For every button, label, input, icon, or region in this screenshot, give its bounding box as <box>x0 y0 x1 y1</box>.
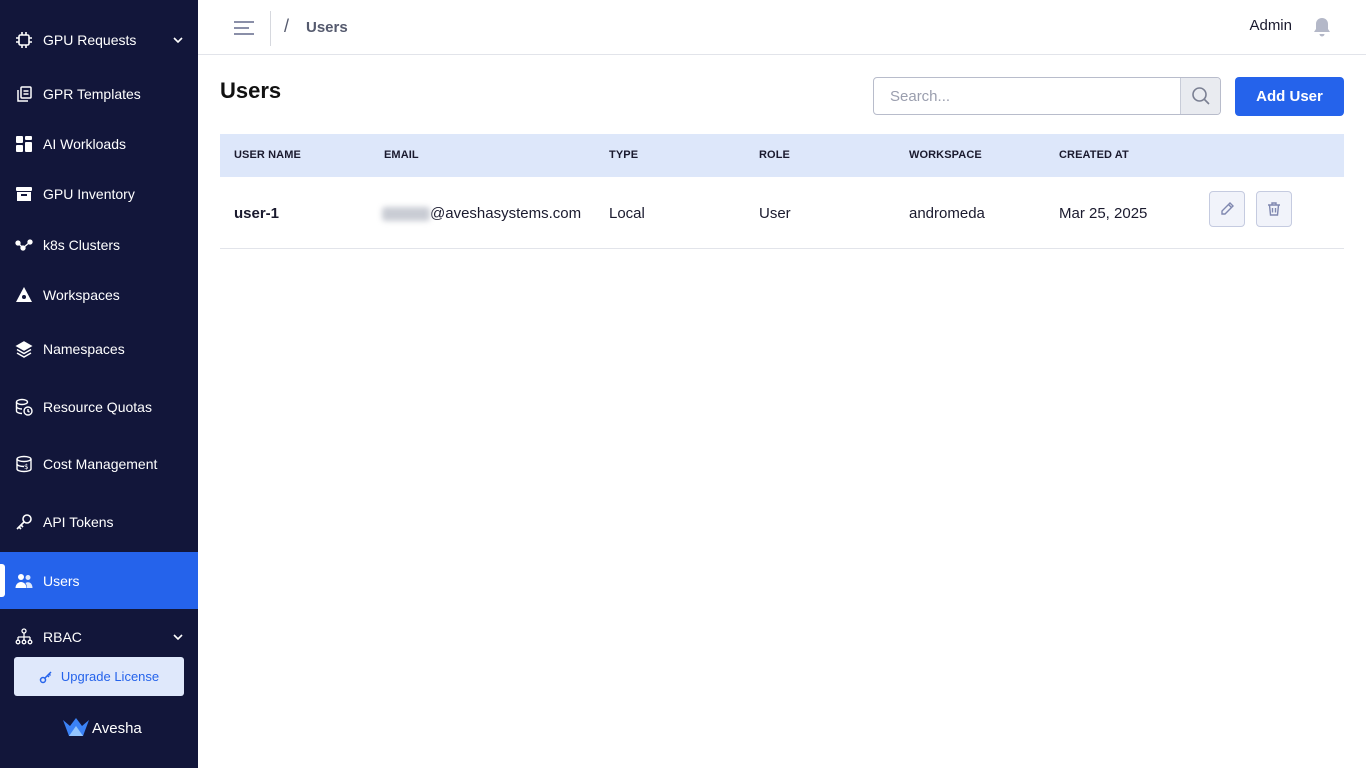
upgrade-license-button[interactable]: Upgrade License <box>14 657 184 696</box>
sidebar-item-workspaces[interactable]: Workspaces <box>0 275 198 315</box>
sidebar-item-gpu-inventory[interactable]: GPU Inventory <box>0 174 198 214</box>
column-header-user-name[interactable]: USER NAME <box>234 149 301 161</box>
sidebar-item-gpr-templates[interactable]: GPR Templates <box>0 74 198 114</box>
cell-email-domain: @aveshasystems.com <box>430 205 582 222</box>
cell-type: Local <box>609 205 645 222</box>
breadcrumb-current: Users <box>306 19 348 36</box>
search-icon <box>1191 87 1210 105</box>
dashboard-icon <box>15 135 33 153</box>
cell-email: @aveshasystems.com <box>382 205 581 222</box>
sidebar-item-label: RBAC <box>43 629 82 645</box>
brand-name: Avesha <box>92 719 142 737</box>
cost-icon: $ <box>15 455 33 473</box>
sidebar-item-k8s-clusters[interactable]: k8s Clusters <box>0 225 198 265</box>
sidebar-item-label: GPR Templates <box>43 86 141 102</box>
cell-created-at: Mar 25, 2025 <box>1059 205 1148 222</box>
avesha-logo <box>63 718 89 736</box>
search-input[interactable] <box>874 78 1181 114</box>
users-icon <box>15 572 33 590</box>
edit-button[interactable] <box>1209 191 1245 227</box>
layers-icon <box>15 340 33 358</box>
page-title: Users <box>220 78 282 103</box>
sidebar-item-rbac[interactable]: RBAC <box>0 617 198 657</box>
quota-icon <box>15 398 33 416</box>
users-table: USER NAME EMAIL TYPE ROLE WORKSPACE CREA… <box>220 134 1344 249</box>
column-header-workspace[interactable]: WORKSPACE <box>909 149 982 161</box>
rbac-icon <box>15 628 33 646</box>
column-header-type[interactable]: TYPE <box>609 149 638 161</box>
sidebar-item-namespaces[interactable]: Namespaces <box>0 329 198 369</box>
sidebar-item-label: Cost Management <box>43 456 158 472</box>
cell-workspace: andromeda <box>909 205 985 222</box>
top-bar: / Users Admin <box>198 0 1366 55</box>
delete-button[interactable] <box>1256 191 1292 227</box>
table-header: USER NAME EMAIL TYPE ROLE WORKSPACE CREA… <box>220 134 1344 177</box>
sidebar-item-label: k8s Clusters <box>43 237 121 253</box>
trash-icon <box>1268 202 1280 216</box>
sidebar-item-gpu-requests[interactable]: GPU Requests <box>0 20 198 60</box>
workspace-icon <box>15 286 33 304</box>
sidebar-item-resource-quotas[interactable]: Resource Quotas <box>0 387 198 427</box>
sidebar-item-label: GPU Inventory <box>43 186 135 202</box>
sidebar-item-ai-workloads[interactable]: AI Workloads <box>0 124 198 164</box>
column-header-created-at[interactable]: CREATED AT <box>1059 149 1129 161</box>
upgrade-license-label: Upgrade License <box>60 669 160 684</box>
sidebar-item-label: GPU Requests <box>43 32 137 48</box>
chevron-down-icon <box>173 37 183 44</box>
copy-icon <box>15 85 33 103</box>
sidebar-item-users[interactable]: Users <box>0 552 198 609</box>
cell-user-name[interactable]: user-1 <box>234 205 279 222</box>
sidebar-item-label: Resource Quotas <box>43 399 152 415</box>
divider <box>270 11 271 46</box>
sidebar-item-api-tokens[interactable]: API Tokens <box>0 502 198 542</box>
menu-toggle-icon[interactable] <box>232 18 256 38</box>
cluster-icon <box>15 236 33 254</box>
chevron-down-icon <box>173 634 183 641</box>
key-icon <box>15 513 33 531</box>
brand: Avesha <box>62 716 142 740</box>
sidebar-item-cost-management[interactable]: $ Cost Management <box>0 444 198 484</box>
key-icon <box>39 670 53 684</box>
redacted-email-prefix <box>382 207 430 222</box>
sidebar-item-label: API Tokens <box>43 514 114 530</box>
bell-icon[interactable] <box>1312 16 1332 38</box>
chip-icon <box>15 31 33 49</box>
sidebar-item-label: Users <box>43 572 80 589</box>
sidebar: GPU Requests GPR Templates AI Workloads … <box>0 0 198 768</box>
pencil-icon <box>1221 202 1234 215</box>
user-menu-label[interactable]: Admin <box>1249 17 1292 34</box>
table-row: user-1 @aveshasystems.com Local User and… <box>220 177 1344 249</box>
inventory-icon <box>15 185 33 203</box>
svg-text:$: $ <box>24 463 28 471</box>
column-header-email[interactable]: EMAIL <box>384 149 419 161</box>
breadcrumb-separator: / <box>284 16 290 36</box>
column-header-role[interactable]: ROLE <box>759 149 790 161</box>
search-button[interactable] <box>1180 78 1220 114</box>
add-user-button[interactable]: Add User <box>1235 77 1344 116</box>
sidebar-item-label: Namespaces <box>43 341 125 357</box>
search-box <box>873 77 1221 115</box>
cell-role: User <box>759 205 791 222</box>
sidebar-item-label: AI Workloads <box>43 136 126 152</box>
sidebar-item-label: Workspaces <box>43 287 120 303</box>
